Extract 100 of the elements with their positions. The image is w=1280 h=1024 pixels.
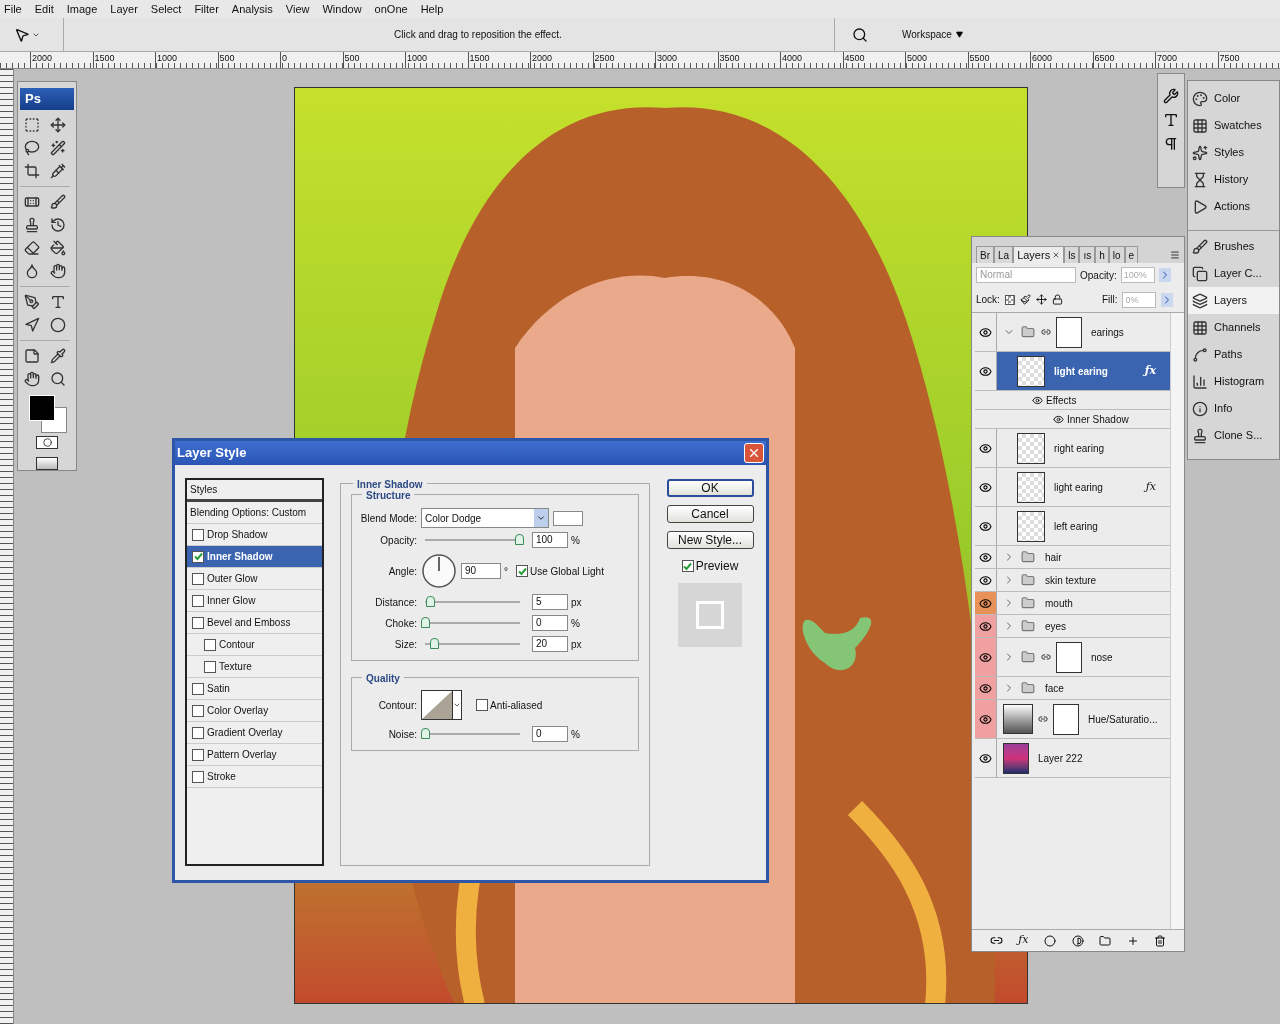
dock-panel-item[interactable]: History	[1188, 166, 1279, 193]
dock-panel-item[interactable]: Layer C...	[1188, 260, 1279, 287]
angle-dial[interactable]	[421, 553, 457, 589]
panel-tab[interactable]: h	[1095, 246, 1109, 263]
layer-row[interactable]: Hue/Saturatio...	[975, 700, 1170, 739]
visibility-toggle[interactable]	[975, 352, 997, 390]
dock-panel-item[interactable]: Actions	[1188, 193, 1279, 220]
dock-panel-item[interactable]: Info	[1188, 395, 1279, 422]
close-button[interactable]	[744, 443, 764, 463]
checkbox[interactable]	[192, 748, 204, 761]
move-icon[interactable]	[50, 117, 66, 133]
text-icon[interactable]	[1163, 112, 1179, 128]
layer-row[interactable]: hair	[975, 546, 1170, 569]
value-field[interactable]: 20	[532, 636, 568, 652]
quick-mask-button[interactable]	[36, 435, 58, 449]
checkbox[interactable]	[192, 704, 204, 717]
crop-icon[interactable]	[24, 163, 40, 179]
move-tool-icon[interactable]	[14, 26, 30, 43]
menu-item[interactable]: Layer	[110, 0, 138, 18]
menu-item[interactable]: Select	[150, 0, 182, 18]
visibility-toggle[interactable]	[975, 700, 997, 738]
brush-icon[interactable]	[50, 194, 66, 210]
checkbox[interactable]	[192, 616, 204, 629]
slider-thumb[interactable]	[425, 596, 435, 607]
styles-list-item[interactable]: Satin	[187, 678, 322, 700]
effects-indicator[interactable]: ƒx	[1144, 362, 1156, 380]
checkbox[interactable]	[192, 572, 204, 585]
contour-picker[interactable]	[421, 690, 462, 720]
checkbox[interactable]	[516, 565, 528, 577]
paragraph-icon[interactable]	[1163, 136, 1179, 152]
menu-item[interactable]: Filter	[194, 0, 219, 18]
mask-icon[interactable]	[1044, 934, 1057, 947]
dialog-button[interactable]: New Style...	[666, 531, 754, 549]
folder-icon[interactable]	[1099, 934, 1112, 947]
dialog-button[interactable]: OK	[666, 479, 754, 497]
styles-list-item[interactable]: Pattern Overlay	[187, 744, 322, 766]
slider-thumb[interactable]	[515, 534, 524, 545]
move-icon[interactable]	[1035, 294, 1047, 305]
value-field[interactable]: 0	[532, 726, 568, 742]
dialog-button[interactable]: Cancel	[666, 505, 754, 523]
layer-row[interactable]: mouth	[975, 592, 1170, 615]
menu-item[interactable]: Analysis	[231, 0, 273, 18]
wrench-icon[interactable]	[1163, 88, 1179, 104]
brush-icon[interactable]	[1019, 294, 1031, 305]
dock-panel-item[interactable]: Swatches	[1188, 112, 1279, 139]
panel-tab[interactable]: La	[994, 246, 1014, 263]
lock-transparency-icon[interactable]	[1004, 294, 1015, 305]
menu-item[interactable]: File	[4, 0, 22, 18]
styles-list-item[interactable]: Contour	[187, 634, 322, 656]
value-field[interactable]: 5	[532, 594, 568, 610]
slider-thumb[interactable]	[421, 617, 430, 628]
layer-row[interactable]: face	[975, 677, 1170, 700]
styles-list-item[interactable]: Inner Glow	[187, 590, 322, 612]
checkbox[interactable]	[681, 560, 694, 572]
menu-item[interactable]: onOne	[374, 0, 408, 18]
note-icon[interactable]	[24, 348, 40, 364]
menu-item[interactable]: View	[285, 0, 310, 18]
panel-tab[interactable]: Br	[976, 246, 994, 263]
layer-row[interactable]: earings	[975, 313, 1170, 352]
dock-panel-item[interactable]: Color	[1188, 85, 1279, 112]
layer-row[interactable]: nose	[975, 638, 1170, 677]
history-brush-icon[interactable]	[50, 217, 66, 233]
visibility-toggle[interactable]	[975, 615, 997, 637]
checkbox[interactable]	[476, 699, 488, 711]
menu-item[interactable]: Image	[66, 0, 98, 18]
layer-row[interactable]: light earing ƒx	[975, 468, 1170, 507]
dock-panel-item[interactable]: Layers	[1188, 287, 1279, 314]
styles-list-item[interactable]: Stroke	[187, 766, 322, 788]
eyedropper-icon[interactable]	[50, 348, 66, 364]
panel-tab[interactable]: ıs	[1079, 246, 1096, 263]
visibility-toggle[interactable]	[975, 638, 997, 676]
layer-row[interactable]: left earing	[975, 507, 1170, 546]
dock-panel-item[interactable]: Clone S...	[1188, 422, 1279, 449]
slider-thumb[interactable]	[430, 638, 440, 649]
text-icon[interactable]	[50, 294, 66, 310]
checkbox[interactable]	[192, 770, 204, 783]
lock-icon[interactable]	[1051, 294, 1063, 305]
marquee-icon[interactable]	[24, 117, 40, 133]
effects-indicator[interactable]: ƒx	[1145, 478, 1156, 496]
ellipse-icon[interactable]	[50, 317, 66, 333]
zoom-icon[interactable]	[50, 371, 66, 387]
checkbox[interactable]	[192, 682, 204, 695]
checkbox[interactable]	[204, 638, 216, 651]
styles-list-item[interactable]: Inner Shadow	[187, 546, 322, 568]
trash-icon[interactable]	[1154, 934, 1167, 947]
value-field[interactable]: 100	[532, 532, 568, 548]
checkbox[interactable]	[192, 594, 204, 607]
adjustment-icon[interactable]	[1071, 934, 1084, 947]
layer-row[interactable]: skin texture	[975, 569, 1170, 592]
bucket-icon[interactable]	[50, 240, 66, 256]
hand-icon[interactable]	[24, 371, 40, 387]
visibility-toggle[interactable]	[975, 677, 997, 699]
layer-row[interactable]: light earing ƒx	[975, 352, 1170, 391]
value-field[interactable]: 0	[532, 615, 568, 631]
slider-thumb[interactable]	[421, 728, 430, 739]
checkbox[interactable]	[204, 660, 216, 673]
styles-list-item[interactable]: Outer Glow	[187, 568, 322, 590]
workspace-menu[interactable]: Workspace	[902, 27, 963, 42]
link-icon[interactable]	[989, 934, 1003, 947]
visibility-toggle[interactable]	[975, 592, 997, 614]
